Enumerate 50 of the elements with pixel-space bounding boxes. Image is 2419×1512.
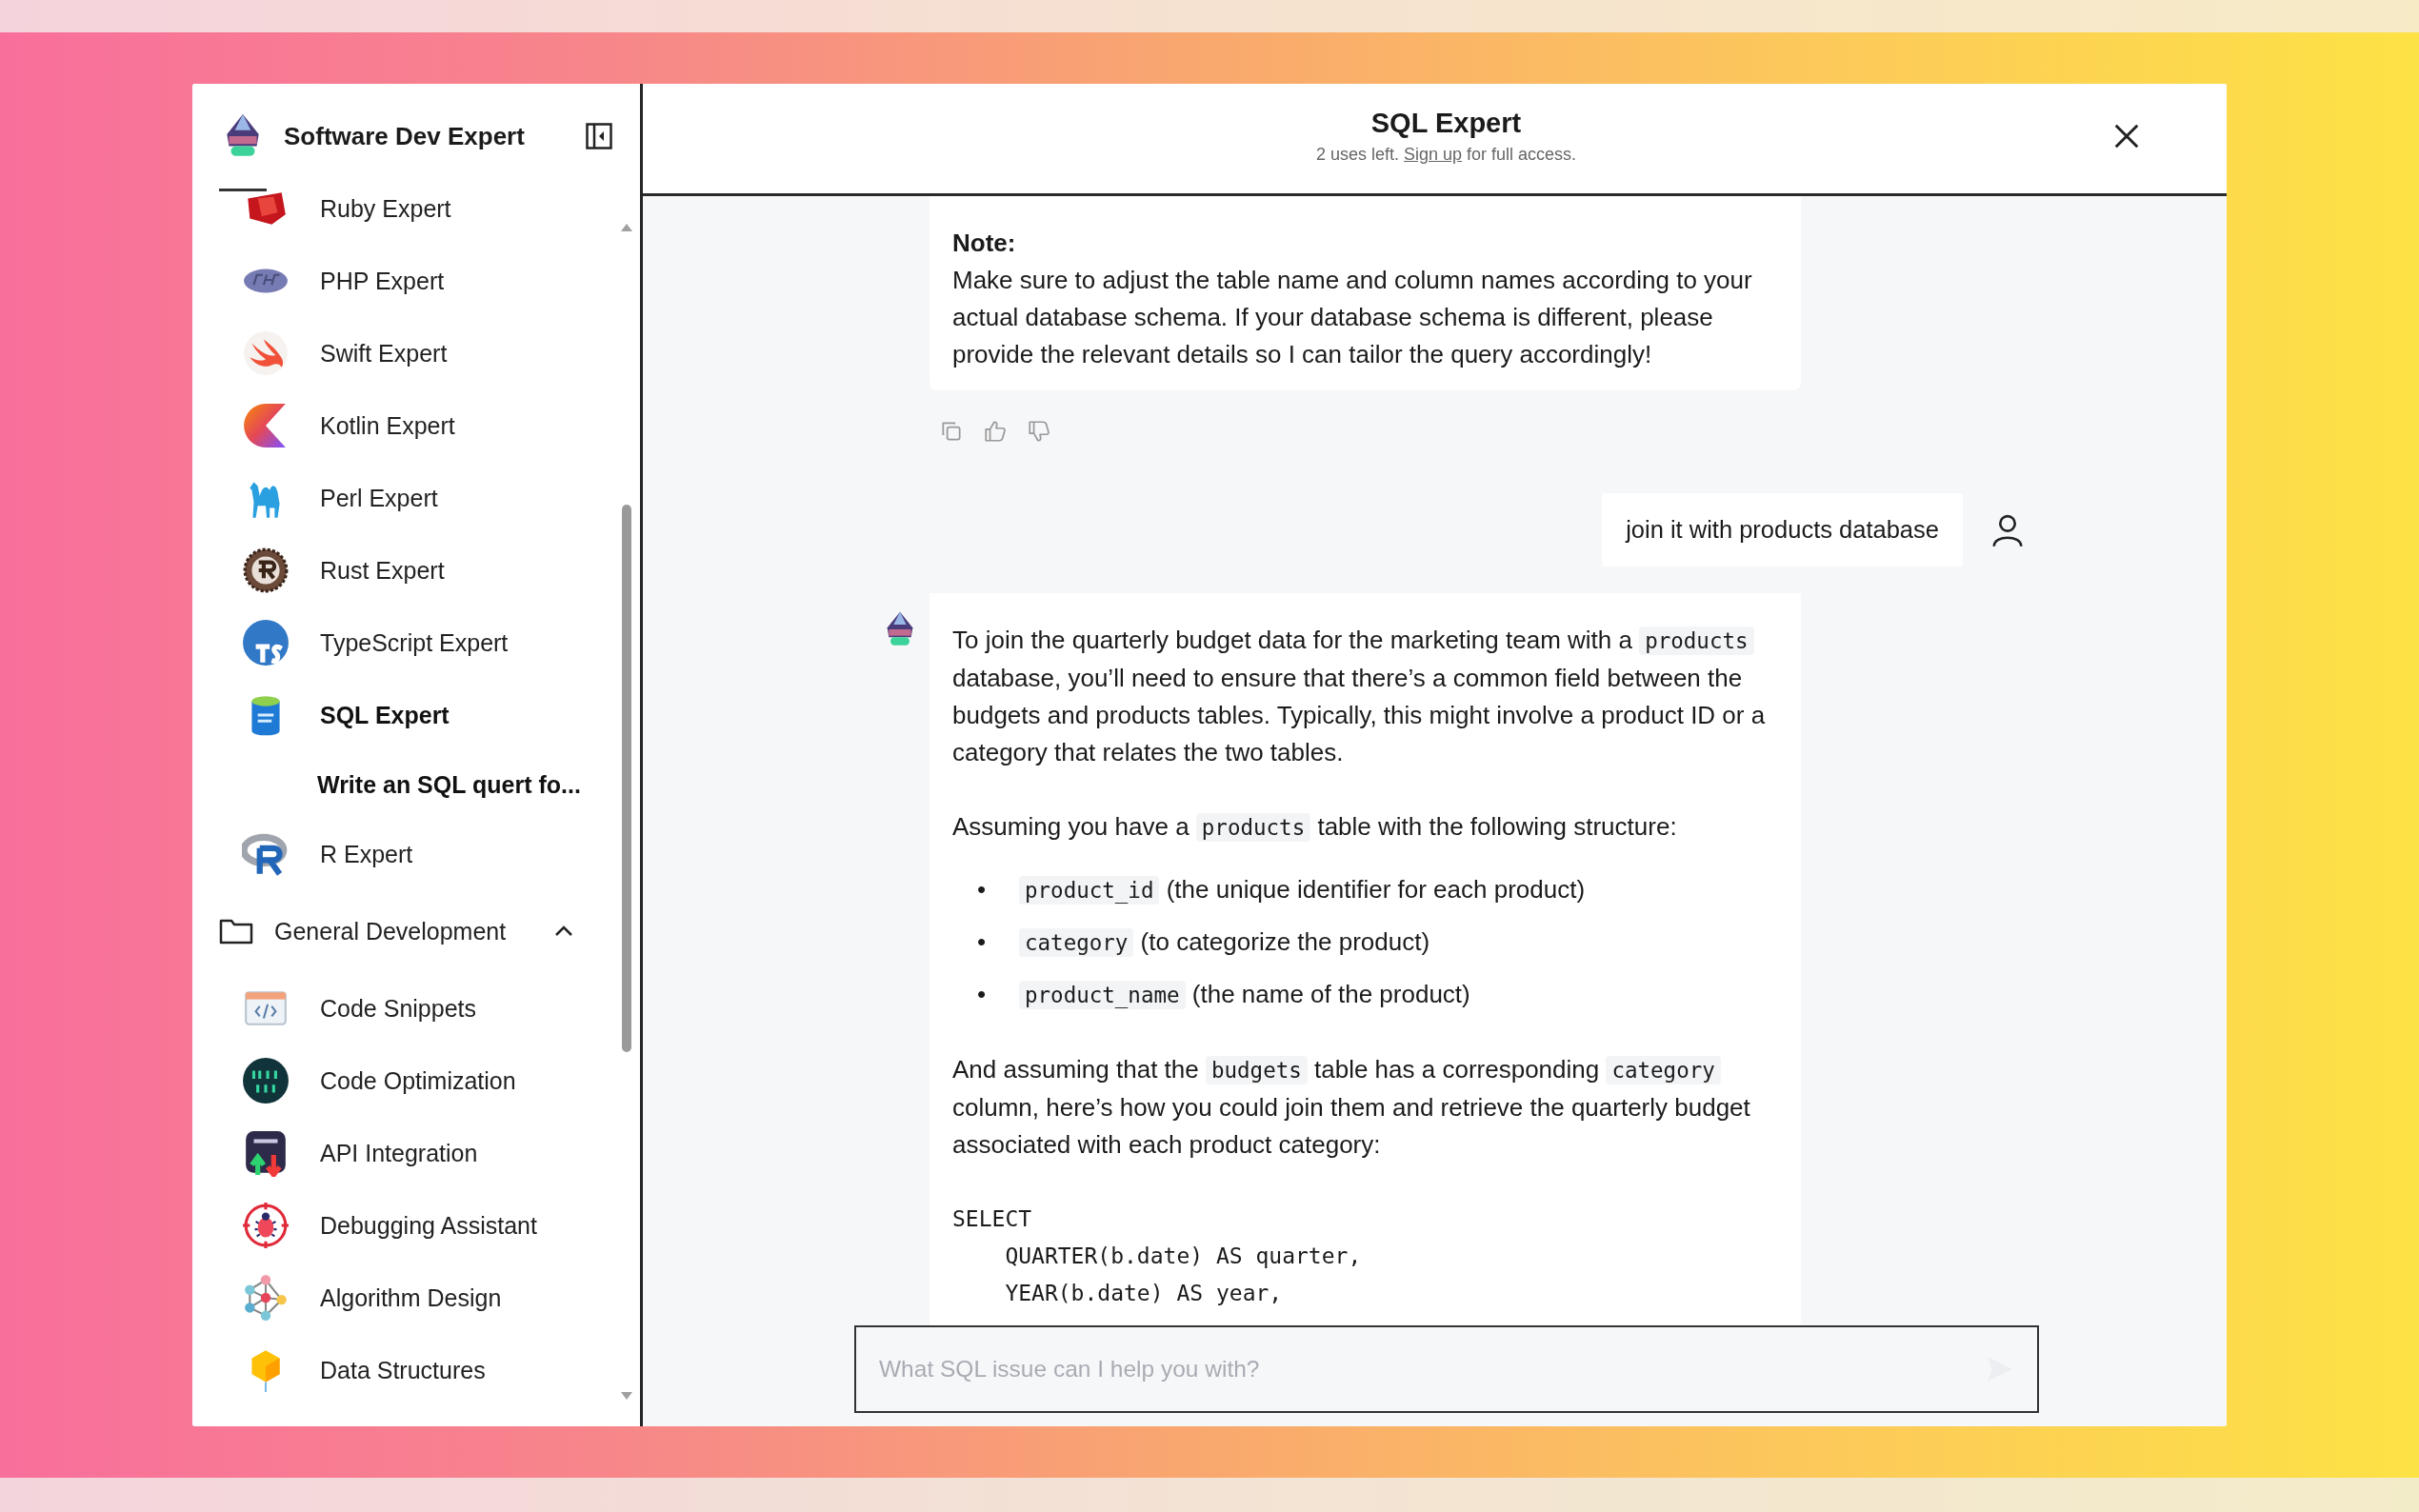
- sidebar-item[interactable]: API Integration: [192, 1117, 611, 1189]
- thumbs-up-icon[interactable]: [983, 419, 1008, 444]
- sidebar-item[interactable]: SQL Expert: [192, 679, 611, 751]
- bullet-item: • product_name (the name of the product): [977, 979, 1471, 1011]
- sidebar-item[interactable]: Data Structures: [192, 1334, 611, 1406]
- thumbs-down-icon[interactable]: [1027, 419, 1051, 444]
- note-heading: Note:: [952, 228, 1017, 259]
- scroll-down-arrow-icon[interactable]: [621, 1392, 632, 1400]
- message-paragraph: Make sure to adjust the table name and column names according to your actual database schema. If your database schema is different, please provide the relevant details so I can tailor the query accordingly!: [952, 265, 1753, 370]
- chat-title: SQL Expert: [1370, 107, 1522, 139]
- circle-icon: [242, 619, 290, 666]
- bullet-item: • category (to categorize the product): [977, 926, 1431, 959]
- sidebar-item[interactable]: Swift Expert: [192, 317, 611, 389]
- sidebar-item[interactable]: Code Optimization: [192, 1044, 611, 1117]
- scrollbar-thumb[interactable]: [622, 505, 631, 1052]
- sidebar-item[interactable]: R Expert: [192, 818, 611, 890]
- sign-up-link[interactable]: Sign up: [1403, 144, 1463, 164]
- message-paragraph: Assuming you have a products table with the following structure:: [952, 811, 1678, 844]
- message-paragraph: To join the quarterly budget data for the marketing team with a products database, you’ll need to ensure that there’s a common field between the budgets and products tables. Typically, this might involve a product ID or a category that relates the two tables.: [952, 625, 1767, 768]
- sidebar-item[interactable]: TypeScript Expert: [192, 607, 611, 679]
- sidebar-item[interactable]: Debugging Assistant: [192, 1189, 611, 1262]
- sidebar-item[interactable]: Rust Expert: [192, 534, 611, 607]
- message-paragraph: And assuming that the budgets table has a corresponding category column, here’s how you could join them and retrieve the quarterly budget associated with each product category:: [952, 1054, 1751, 1161]
- message-input[interactable]: What SQL issue can I help you with?: [854, 1325, 2039, 1413]
- user-message: join it with products database: [1602, 493, 1963, 567]
- chevron-up-icon: [554, 925, 573, 937]
- folder-toggle[interactable]: General Development: [192, 890, 611, 972]
- code-line: SELECT: [952, 1205, 1033, 1233]
- binary-icon: [242, 1057, 290, 1104]
- code-line: QUARTER(b.date) AS quarter,: [1004, 1243, 1363, 1270]
- bug-icon: [242, 1202, 290, 1249]
- network-icon: [242, 1274, 290, 1322]
- sidebar-item[interactable]: Perl Expert: [192, 462, 611, 534]
- sidebar-item[interactable]: Algorithm Design: [192, 1262, 611, 1334]
- folder-icon: [219, 918, 253, 945]
- scroll-up-arrow-icon[interactable]: [621, 224, 632, 231]
- sidebar-item[interactable]: Kotlin Expert: [192, 389, 611, 462]
- sidebar-item[interactable]: PHP Expert: [192, 245, 611, 317]
- gear-icon: [242, 547, 290, 594]
- chat-history-item[interactable]: Write an SQL quert fo...: [192, 751, 611, 818]
- bullet-item: • product_id (the unique identifier for each product): [977, 874, 1587, 906]
- app-title: Software Dev Expert: [284, 121, 526, 151]
- copy-icon[interactable]: [939, 419, 964, 444]
- bird-icon: [242, 329, 290, 377]
- sidebar-item[interactable]: Code Snippets: [192, 972, 611, 1044]
- code-line: YEAR(b.date) AS year,: [1004, 1280, 1284, 1307]
- collapse-sidebar-icon[interactable]: [585, 122, 613, 150]
- usage-note: 2 uses left. Sign up for full access.: [1315, 144, 1577, 165]
- sidebar-item[interactable]: Ruby Expert: [192, 191, 611, 245]
- close-icon[interactable]: [2112, 122, 2141, 150]
